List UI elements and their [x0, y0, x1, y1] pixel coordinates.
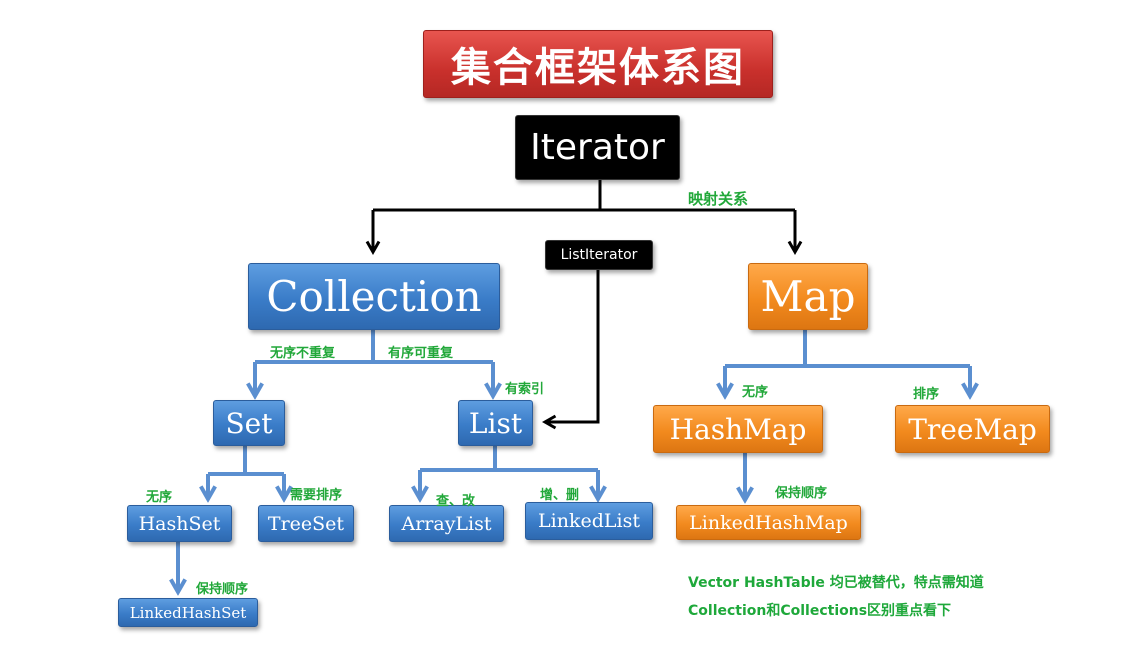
edge-listiterator-list — [541, 270, 600, 430]
edge-set-hashset-treeset — [206, 446, 286, 494]
label-map-unordered: 无序 — [742, 385, 769, 400]
diagram-title: 集合框架体系图 — [423, 30, 773, 98]
label-ordered-repeatable: 有序可重复 — [388, 346, 454, 361]
note-line-1: Vector HashTable 均已被替代，特点需知道 — [688, 575, 984, 591]
edge-collection-set-list — [253, 330, 495, 392]
label-set-keep-order: 保持顺序 — [196, 582, 249, 597]
node-set: Set — [213, 400, 285, 446]
node-hashmap: HashMap — [653, 405, 823, 453]
node-map: Map — [748, 263, 868, 330]
label-set-unordered: 无序 — [146, 490, 173, 505]
node-linkedhashmap: LinkedHashMap — [676, 505, 861, 540]
node-collection: Collection — [248, 263, 500, 330]
note-line-2: Collection和Collections区别重点看下 — [688, 603, 952, 619]
label-set-needs-sort: 需要排序 — [290, 488, 343, 503]
node-iterator: Iterator — [515, 115, 680, 180]
node-linkedhashset: LinkedHashSet — [118, 598, 258, 627]
node-list-iterator: ListIterator — [545, 240, 653, 270]
node-linkedlist: LinkedList — [525, 502, 653, 540]
label-mapping: 映射关系 — [688, 190, 749, 208]
node-treemap: TreeMap — [895, 405, 1050, 453]
label-add-delete: 增、删 — [540, 488, 580, 503]
label-indexed: 有索引 — [505, 382, 545, 397]
label-query-modify: 查、改 — [436, 494, 476, 509]
label-unordered-unique: 无序不重复 — [270, 346, 336, 361]
node-treeset: TreeSet — [258, 505, 354, 542]
node-arraylist: ArrayList — [389, 505, 504, 542]
node-list: List — [458, 400, 533, 446]
label-map-keep-order: 保持顺序 — [775, 486, 828, 501]
node-hashset: HashSet — [127, 505, 232, 542]
label-map-sorted: 排序 — [913, 387, 940, 402]
